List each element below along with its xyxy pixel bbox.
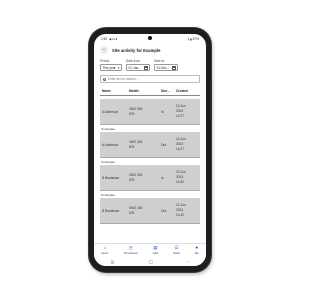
table-row[interactable]: A Anderson 0452 345 678 In 12-Jun 2024 1… (100, 99, 200, 125)
nav-label: Tasks (172, 251, 181, 256)
cell-name: A Anderson (102, 142, 119, 147)
bottom-navigation: ⌂ Home ◷ Timesheets ▤ Jobs ☑ Tasks ● Me (94, 243, 206, 257)
period-label: Period (100, 59, 110, 63)
nav-item-jobs[interactable]: ▤ Jobs (152, 244, 159, 256)
nav-item-me[interactable]: ● Me (194, 244, 199, 256)
table-row[interactable]: B Bradshaw 0452 345 678 In 12-Jun 2024 1… (100, 165, 200, 191)
activity-table: Name Mobile Dire... Created A Anderson 0… (100, 87, 200, 224)
nav-item-tasks[interactable]: ☑ Tasks (172, 244, 181, 256)
app-bar: ‹ Site activity for Example (94, 43, 206, 57)
clock-icon: ◷ (128, 244, 133, 250)
nav-item-home[interactable]: ⌂ Home (101, 244, 109, 256)
column-header-mobile[interactable]: Mobile (129, 89, 161, 93)
date-to-filter: Date to 31-Dec... (154, 59, 178, 71)
search-placeholder: Enter text to search... (108, 77, 139, 81)
mobile-line-2: 678 (129, 177, 135, 182)
created-time: 14:32 (176, 212, 184, 217)
recent-apps-icon[interactable]: ||| (111, 259, 114, 264)
cell-created: 12-Jun 2024 14:32 (176, 203, 198, 217)
back-button[interactable]: ‹ (100, 46, 108, 54)
camera-icon (148, 36, 152, 40)
site-label: Southgate (101, 127, 116, 131)
clipboard-icon: ▤ (153, 244, 158, 250)
site-label: Southgate (101, 160, 116, 164)
cell-name: B Bradshaw (102, 208, 120, 213)
cell-mobile: 0452 345 678 (129, 140, 161, 150)
search-icon (103, 77, 106, 81)
cell-direction: In (161, 175, 164, 180)
date-to-field[interactable]: 31-Dec... (154, 64, 178, 71)
table-row[interactable]: A Anderson 0452 345 678 Out 12-Jun 2024 … (100, 132, 200, 158)
cell-name: B Bradshaw (102, 175, 120, 180)
created-time: 14:32 (176, 179, 184, 184)
home-circle-icon[interactable]: ◯ (149, 259, 153, 264)
cell-direction: In (161, 109, 164, 114)
nav-label: Timesheets (123, 251, 138, 256)
date-to-value: 31-Dec... (156, 65, 170, 70)
phone-screen: 2:50 ◆ ◘ ● ▾◢ 87% ‹ Site activity for Ex… (94, 34, 206, 266)
date-from-filter: Date from 01-Jan... (126, 59, 150, 71)
volume-button (210, 83, 212, 101)
cell-direction: Out (161, 208, 167, 213)
column-header-direction[interactable]: Dire... (161, 89, 176, 93)
search-input[interactable]: Enter text to search... (100, 75, 200, 83)
date-from-label: Date from (126, 59, 140, 63)
nav-item-timesheets[interactable]: ◷ Timesheets (123, 244, 138, 256)
mobile-line-2: 678 (129, 144, 135, 149)
status-battery: ▾◢ 87% (187, 36, 199, 41)
status-notification-icons: ◆ ◘ ● (109, 36, 118, 41)
back-arrow-icon: ‹ (103, 46, 105, 53)
created-time: 14:27 (176, 113, 184, 118)
period-select[interactable]: This year ▾ (100, 64, 122, 71)
created-time: 14:27 (176, 146, 184, 151)
cell-created: 12-Jun 2024 14:32 (176, 170, 198, 184)
nav-label: Home (101, 251, 109, 256)
mobile-line-2: 678 (129, 210, 135, 215)
chevron-down-icon: ▾ (117, 65, 120, 70)
site-label: Southgate (101, 193, 116, 197)
column-header-created[interactable]: Created (176, 89, 198, 93)
date-from-value: 01-Jan... (128, 65, 141, 70)
home-icon: ⌂ (103, 244, 107, 250)
period-filter: Period This year ▾ (100, 59, 122, 71)
power-button (210, 107, 212, 117)
calendar-icon[interactable] (171, 65, 176, 70)
date-to-label: Date to (154, 59, 165, 63)
mobile-line-2: 678 (129, 111, 135, 116)
android-navigation-bar: ||| ◯ ‹ (94, 257, 206, 266)
person-icon: ● (195, 244, 199, 250)
date-from-field[interactable]: 01-Jan... (126, 64, 150, 71)
checklist-icon: ☑ (174, 244, 179, 250)
page-title: Site activity for Example (112, 47, 161, 53)
cell-created: 12-Jun 2024 14:27 (176, 104, 198, 118)
cell-direction: Out (161, 142, 167, 147)
cell-name: A Anderson (102, 109, 119, 114)
table-header: Name Mobile Dire... Created (100, 87, 200, 96)
column-header-name[interactable]: Name (102, 89, 129, 93)
period-value: This year (102, 65, 116, 70)
status-time: 2:50 (101, 36, 108, 41)
cell-mobile: 0452 345 678 (129, 173, 161, 183)
nav-label: Me (194, 251, 199, 256)
nav-label: Jobs (152, 251, 159, 256)
back-icon[interactable]: ‹ (187, 259, 188, 264)
filter-bar: Period This year ▾ Date from 01-Jan... D… (94, 57, 206, 71)
cell-created: 12-Jun 2024 14:27 (176, 137, 198, 151)
calendar-icon[interactable] (143, 65, 148, 70)
cell-mobile: 0452 345 678 (129, 206, 161, 216)
table-row[interactable]: B Bradshaw 0452 345 678 Out 12-Jun 2024 … (100, 198, 200, 224)
cell-mobile: 0452 345 678 (129, 107, 161, 117)
